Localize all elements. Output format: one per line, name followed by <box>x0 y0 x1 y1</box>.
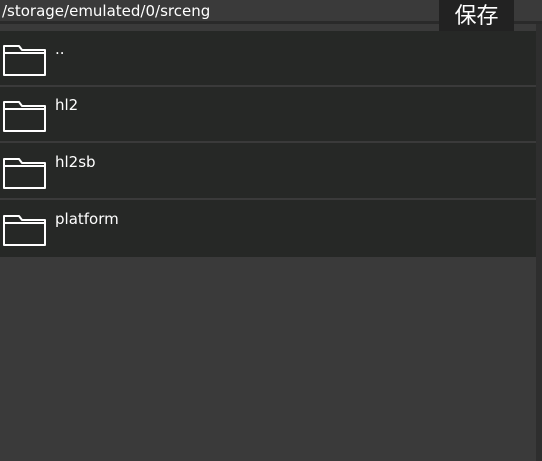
save-button[interactable]: 保存 <box>439 0 514 35</box>
folder-icon <box>3 158 46 189</box>
list-item-label: hl2sb <box>55 153 96 171</box>
folder-icon <box>3 101 46 132</box>
scroll-gutter <box>536 24 542 461</box>
list-item-hl2[interactable]: hl2 <box>0 87 536 143</box>
list-item-hl2sb[interactable]: hl2sb <box>0 144 536 200</box>
list-item-label: .. <box>55 40 65 58</box>
folder-icon <box>3 45 46 76</box>
row-divider <box>0 141 536 143</box>
current-path: /storage/emulated/0/srceng <box>2 2 211 20</box>
file-picker-screen: /storage/emulated/0/srceng 保存 .. hl2 hl2… <box>0 0 542 461</box>
file-list: .. hl2 hl2sb platform <box>0 31 536 257</box>
list-item-platform[interactable]: platform <box>0 201 536 257</box>
list-item-label: hl2 <box>55 96 79 114</box>
row-divider <box>0 198 536 200</box>
folder-icon <box>3 215 46 246</box>
list-item-parent-directory[interactable]: .. <box>0 31 536 87</box>
list-item-label: platform <box>55 210 119 228</box>
